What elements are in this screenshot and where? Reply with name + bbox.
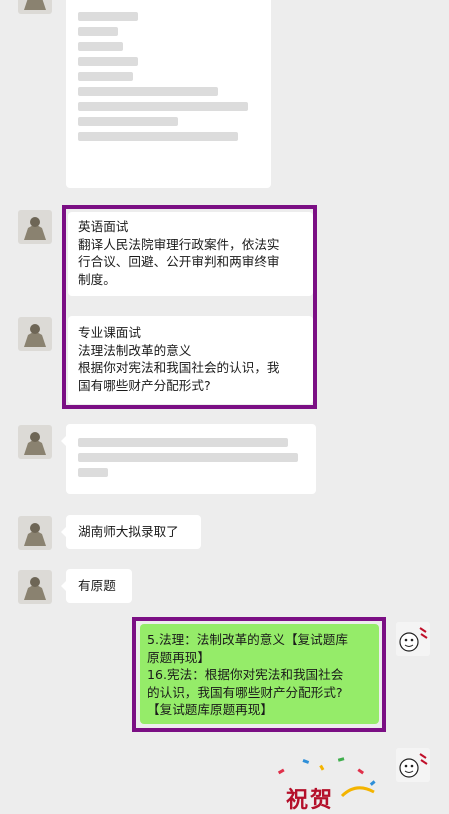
message-line: 法理法制改革的意义 [78,342,192,358]
message-line: 【复试题库原题再现】 [147,702,273,718]
avatar-bull-icon [18,570,52,604]
avatar-sticker-icon [396,622,430,656]
message-original-question[interactable]: 有原题 [61,569,132,603]
message-line: 制度。 [78,271,116,287]
congrats-sticker[interactable]: 祝贺 [258,752,388,813]
self-avatar[interactable] [396,622,430,656]
message-line: 原题再现】 [147,649,210,665]
blurred-message [66,0,271,188]
avatar-bull-icon [18,516,52,550]
avatar-bull-icon [18,425,52,459]
self-avatar[interactable] [396,748,430,782]
message-sent-reply[interactable]: 5.法理：法制改革的意义【复试题库 原题再现】 16.宪法：根据你对宪法和我国社… [140,624,379,724]
avatar-bull-icon [18,0,52,14]
sender-avatar[interactable] [18,317,52,351]
message-line: 16.宪法：根据你对宪法和我国社会 [147,667,344,683]
message-line: 国有哪些财产分配形式? [78,377,211,393]
message-line: 的认识，我国有哪些财产分配形式? [147,684,343,700]
avatar-bull-icon [18,210,52,244]
message-line: 根据你对宪法和我国社会的认识，我 [78,360,280,376]
message-line: 翻译人民法院审理行政案件，依法实 [78,236,280,252]
message-major-interview[interactable]: 专业课面试 法理法制改革的意义 根据你对宪法和我国社会的认识，我 国有哪些财产分… [68,316,313,404]
congrats-text: 祝贺 [286,787,335,813]
message-title: 英语面试 [78,219,129,234]
sender-avatar[interactable] [18,210,52,244]
message-title: 专业课面试 [78,325,141,340]
message-line: 行合议、回避、公开审判和两审终审 [78,254,280,270]
sender-avatar[interactable] [18,570,52,604]
message-text: 湖南师大拟录取了 [78,524,179,539]
avatar-bull-icon [18,317,52,351]
message-line: 5.法理：法制改革的意义【复试题库 [147,632,348,647]
message-text: 有原题 [78,578,116,593]
blurred-message [61,424,316,494]
message-english-interview[interactable]: 英语面试 翻译人民法院审理行政案件，依法实 行合议、回避、公开审判和两审终审 制… [68,212,313,296]
sender-avatar[interactable] [18,516,52,550]
gap [66,296,315,314]
sender-avatar[interactable] [18,425,52,459]
sender-avatar[interactable] [18,0,52,14]
avatar-sticker-icon [396,748,430,782]
message-admit[interactable]: 湖南师大拟录取了 [61,515,201,549]
